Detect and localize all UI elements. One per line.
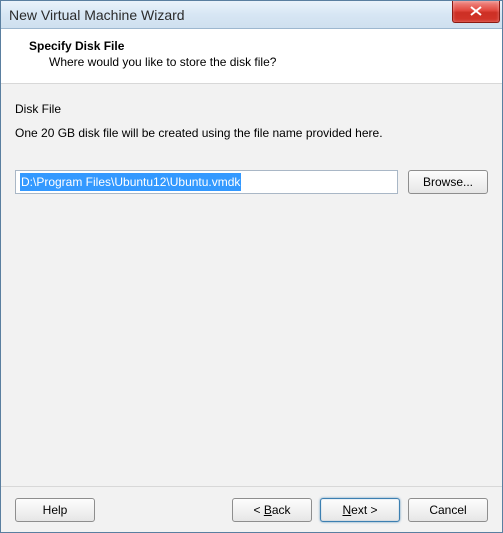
browse-button[interactable]: Browse... [408,170,488,194]
page-subtitle: Where would you like to store the disk f… [29,55,484,69]
page-title: Specify Disk File [29,39,484,53]
next-button[interactable]: Next > [320,498,400,522]
wizard-header: Specify Disk File Where would you like t… [1,29,502,84]
disk-file-description: One 20 GB disk file will be created usin… [15,126,488,140]
back-button[interactable]: < Back [232,498,312,522]
disk-path-input[interactable]: D:\Program Files\Ubuntu12\Ubuntu.vmdk [15,170,398,194]
close-button[interactable] [452,1,500,23]
window-title: New Virtual Machine Wizard [9,7,185,23]
close-icon [470,6,482,16]
wizard-window: New Virtual Machine Wizard Specify Disk … [0,0,503,533]
disk-path-value: D:\Program Files\Ubuntu12\Ubuntu.vmdk [20,173,241,191]
help-button[interactable]: Help [15,498,95,522]
path-row: D:\Program Files\Ubuntu12\Ubuntu.vmdk Br… [15,170,488,194]
titlebar: New Virtual Machine Wizard [1,1,502,29]
button-bar: Help < Back Next > Cancel [1,486,502,532]
cancel-button[interactable]: Cancel [408,498,488,522]
disk-file-label: Disk File [15,102,488,116]
wizard-body: Disk File One 20 GB disk file will be cr… [1,84,502,486]
